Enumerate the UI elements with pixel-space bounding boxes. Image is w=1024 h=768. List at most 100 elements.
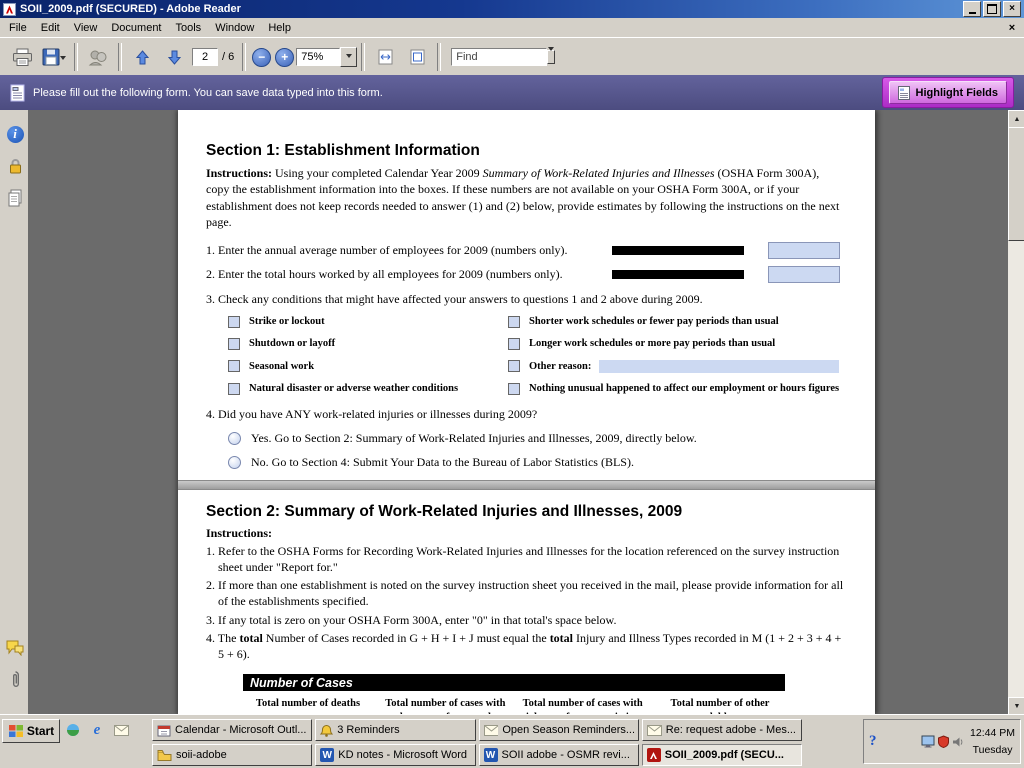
quick-launch-bar: e (64, 720, 130, 740)
task-soii-2009-pdf-active[interactable]: SOII_2009.pdf (SECU... (642, 744, 802, 766)
print-button[interactable] (6, 42, 38, 72)
clock-day: Tuesday (973, 744, 1013, 756)
task-reminders[interactable]: 3 Reminders (315, 719, 475, 741)
task-soii-adobe-osmr-word[interactable]: W SOII adobe - OSMR revi... (479, 744, 639, 766)
calendar-icon (157, 724, 171, 737)
find-input[interactable] (451, 48, 547, 66)
paperclip-icon (10, 670, 21, 690)
menu-bar: File Edit View Document Tools Window Hel… (0, 18, 1024, 37)
longer-schedules-checkbox[interactable] (508, 338, 520, 350)
other-reason-checkbox[interactable] (508, 360, 520, 372)
fit-width-button[interactable] (369, 42, 401, 72)
natural-disaster-checkbox[interactable] (228, 383, 240, 395)
close-button[interactable]: × (1003, 1, 1021, 17)
highlight-fields-button[interactable]: Highlight Fields (889, 81, 1008, 104)
section2-instruction-3: 3. If any total is zero on your OSHA For… (206, 612, 845, 628)
check-nothing-unusual: Nothing unusual happened to affect our e… (508, 383, 845, 395)
close-icon: × (1009, 4, 1015, 14)
next-page-button[interactable] (158, 42, 190, 72)
internet-explorer-icon[interactable]: e (88, 721, 106, 739)
yes-radio-button[interactable] (228, 432, 241, 445)
menu-window[interactable]: Window (208, 20, 261, 36)
save-copy-button[interactable] (38, 42, 70, 72)
attachments-panel-button[interactable] (5, 670, 25, 690)
task-label: soii-adobe (176, 749, 227, 761)
check-label: Longer work schedules or more pay period… (529, 338, 775, 349)
nothing-unusual-checkbox[interactable] (508, 383, 520, 395)
section2-instruction-1: 1. Refer to the OSHA Forms for Recording… (206, 543, 845, 575)
start-label: Start (27, 724, 54, 738)
other-reason-field[interactable] (599, 360, 839, 373)
word-glyph: W (323, 750, 332, 761)
restore-button[interactable] (983, 1, 1001, 17)
column-deaths: Total number of deaths (243, 697, 373, 715)
display-icon[interactable] (921, 735, 935, 748)
hours-worked-field[interactable] (768, 266, 840, 283)
task-label: 3 Reminders (337, 724, 399, 736)
question-2-row: 2. Enter the total hours worked by all e… (206, 264, 845, 285)
task-open-season-reminders[interactable]: Open Season Reminders... (479, 719, 639, 741)
find-dropdown-button[interactable] (547, 50, 555, 64)
zoom-dropdown-button[interactable] (340, 47, 357, 67)
strike-checkbox[interactable] (228, 316, 240, 328)
menu-file[interactable]: File (2, 20, 34, 36)
mail-icon[interactable] (112, 721, 130, 739)
scroll-down-button[interactable]: ▼ (1008, 697, 1024, 715)
save-icon (42, 48, 60, 66)
instructions-label: Instructions: (206, 526, 272, 540)
vertical-scrollbar[interactable]: ▲ ▼ (1008, 110, 1024, 715)
question-3-text: 3. Check any conditions that might have … (206, 292, 845, 307)
toolbar-separator (74, 43, 78, 71)
zoom-level-combo[interactable]: 75% (296, 49, 357, 65)
zoom-in-button[interactable]: + (275, 48, 294, 67)
toolbar-separator (118, 43, 122, 71)
previous-page-button[interactable] (126, 42, 158, 72)
check-longer-schedules: Longer work schedules or more pay period… (508, 338, 845, 350)
task-soii-adobe-folder[interactable]: soii-adobe (152, 744, 312, 766)
msn-icon[interactable] (64, 721, 82, 739)
answer-no-row: No. Go to Section 4: Submit Your Data to… (228, 455, 845, 470)
word-icon: W (484, 748, 498, 762)
task-outlook-calendar[interactable]: Calendar - Microsoft Outl... (152, 719, 312, 741)
redaction-bar (612, 246, 744, 255)
check-label: Natural disaster or adverse weather cond… (249, 383, 458, 394)
instruction-4-text: 4. The (206, 631, 239, 645)
envelope-icon (484, 725, 499, 736)
volume-icon[interactable] (952, 736, 964, 748)
shutdown-checkbox[interactable] (228, 338, 240, 350)
page-count-label: / 6 (222, 51, 234, 63)
task-re-request-adobe[interactable]: Re: request adobe - Mes... (642, 719, 802, 741)
task-kd-notes-word[interactable]: W KD notes - Microsoft Word (315, 744, 475, 766)
zoom-level-value: 75% (296, 48, 340, 66)
security-shield-icon[interactable] (938, 735, 949, 748)
clock-time: 12:44 PM (970, 727, 1015, 739)
employees-number-field[interactable] (768, 242, 840, 259)
document-close-icon[interactable]: × (1004, 20, 1020, 35)
menu-help[interactable]: Help (261, 20, 298, 36)
zoom-out-button[interactable]: − (252, 48, 271, 67)
collaborate-button[interactable] (82, 42, 114, 72)
menu-document[interactable]: Document (104, 20, 168, 36)
check-natural-disaster: Natural disaster or adverse weather cond… (228, 383, 508, 395)
highlight-fields-panel: Highlight Fields (882, 77, 1015, 108)
document-info-button[interactable]: i (5, 124, 25, 144)
menu-tools[interactable]: Tools (169, 20, 209, 36)
menu-view[interactable]: View (67, 20, 105, 36)
fit-page-button[interactable] (401, 42, 433, 72)
minimize-button[interactable] (963, 1, 981, 17)
help-icon[interactable]: ? (869, 733, 877, 750)
shorter-schedules-checkbox[interactable] (508, 316, 520, 328)
comments-panel-button[interactable] (5, 638, 25, 658)
document-canvas: Section 1: Establishment Information Ins… (28, 110, 1008, 715)
pages-panel-button[interactable] (5, 188, 25, 208)
scrollbar-thumb[interactable] (1008, 127, 1024, 241)
scroll-up-button[interactable]: ▲ (1008, 110, 1024, 128)
no-radio-button[interactable] (228, 456, 241, 469)
start-button[interactable]: Start (2, 719, 60, 743)
seasonal-checkbox[interactable] (228, 360, 240, 372)
instruction-4-text: Number of Cases recorded in G + H + I + … (263, 631, 550, 645)
security-button[interactable] (5, 156, 25, 176)
check-label: Strike or lockout (249, 316, 325, 327)
menu-edit[interactable]: Edit (34, 20, 67, 36)
page-number-input[interactable] (192, 48, 218, 66)
